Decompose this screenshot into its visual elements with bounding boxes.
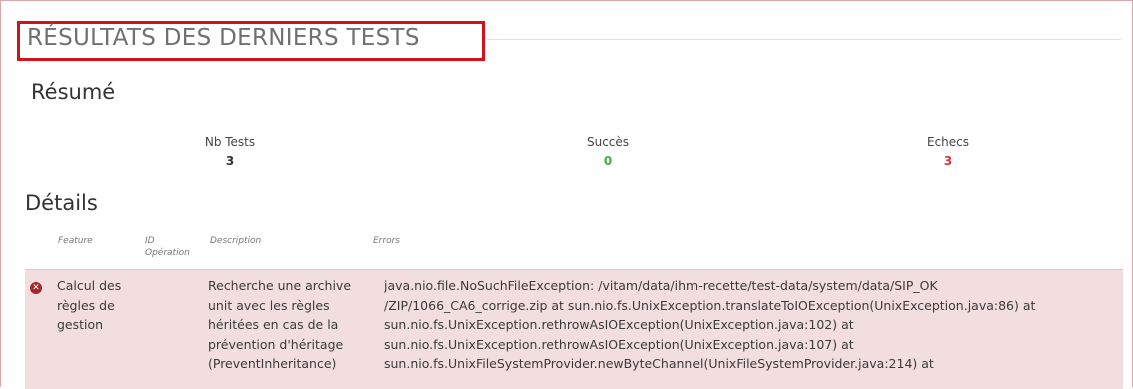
errors-cell: java.nio.file.NoSuchFileException: /vita… — [384, 278, 1036, 371]
summary-heading: Résumé — [31, 80, 116, 104]
nb-tests-value: 3 — [225, 154, 235, 168]
error-circle-icon: ✕ — [30, 282, 42, 294]
feature-cell: Calcul des règles de gestion — [57, 278, 122, 332]
column-header-feature: Feature — [58, 236, 93, 246]
failures-label: Echecs — [926, 135, 970, 149]
title-divider — [487, 39, 1121, 40]
column-header-description: Description — [210, 236, 262, 246]
table-row: ✕ Calcul des règles de gestion Recherche… — [25, 269, 1123, 389]
success-label: Succès — [586, 135, 630, 149]
column-header-id-operation: ID Opération — [145, 236, 190, 258]
failures-value: 3 — [943, 154, 953, 168]
column-header-errors: Errors — [373, 236, 400, 246]
details-heading: Détails — [25, 191, 98, 215]
page-header: RÉSULTATS DES DERNIERS TESTS — [17, 21, 1121, 65]
nb-tests-label: Nb Tests — [204, 135, 256, 149]
success-value: 0 — [603, 154, 613, 168]
page-title: RÉSULTATS DES DERNIERS TESTS — [27, 25, 420, 51]
description-cell: Recherche une archive unit avec les règl… — [208, 278, 352, 371]
